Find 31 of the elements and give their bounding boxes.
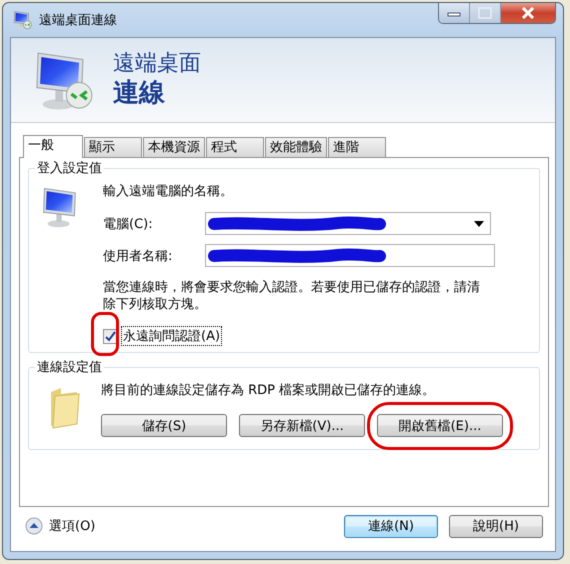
description-text: 將目前的連線設定儲存為 RDP 檔案或開啟已儲存的連線。 bbox=[101, 382, 436, 400]
checkbox-label: 永遠詢問認證(A) bbox=[121, 326, 222, 346]
group-title: 登入設定值 bbox=[35, 159, 104, 177]
dropdown-arrow-icon bbox=[474, 220, 484, 226]
close-button[interactable] bbox=[501, 3, 555, 23]
tab[interactable]: 進階 bbox=[328, 137, 386, 157]
tab[interactable]: 程式 bbox=[206, 137, 264, 157]
group-title: 連線設定值 bbox=[35, 358, 104, 376]
tab[interactable]: 一般 bbox=[23, 135, 83, 158]
computer-combo-box[interactable] bbox=[205, 212, 491, 235]
header-title: 遠端桌面 bbox=[113, 51, 201, 77]
info-text: 當您連線時，將會要求您輸入認證。若要使用已儲存的認證，請清除下列核取方塊。 bbox=[103, 279, 481, 313]
prompt-text: 輸入遠端電腦的名稱。 bbox=[103, 183, 234, 201]
maximize-icon bbox=[478, 7, 492, 19]
field-label: 使用者名稱: bbox=[103, 248, 174, 264]
tab[interactable]: 顯示 bbox=[84, 137, 142, 157]
options-toggle[interactable]: 選項(O) bbox=[49, 517, 96, 535]
minimize-button[interactable] bbox=[439, 3, 470, 23]
username-field[interactable] bbox=[205, 244, 495, 267]
header-title: 連線 bbox=[113, 77, 166, 109]
window-title: 遠端桌面連線 bbox=[39, 12, 117, 29]
monitor-icon bbox=[13, 10, 33, 30]
field-label: 電腦(C): bbox=[103, 216, 154, 232]
dialog-button[interactable]: 儲存(S) bbox=[101, 414, 227, 437]
tab[interactable]: 本機資源 bbox=[143, 137, 205, 157]
tab[interactable]: 效能體驗 bbox=[265, 137, 327, 157]
help-button[interactable]: 說明(H) bbox=[449, 514, 543, 538]
dialog-button[interactable]: 開啟舊檔(E)... bbox=[377, 414, 503, 437]
dialog-button[interactable]: 另存新檔(V)... bbox=[239, 414, 365, 437]
close-icon bbox=[520, 7, 536, 19]
connect-button[interactable]: 連線(N) bbox=[344, 514, 438, 538]
